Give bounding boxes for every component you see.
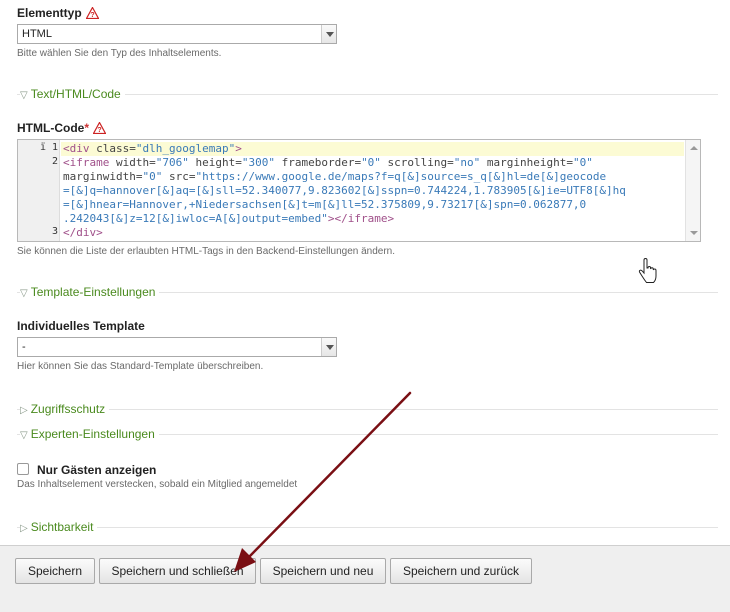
warning-icon: ? bbox=[93, 122, 106, 134]
line-number: 3 bbox=[51, 226, 58, 237]
template-select[interactable]: - bbox=[17, 337, 337, 357]
code-line: </div> bbox=[63, 226, 103, 239]
template-label: Individuelles Template bbox=[17, 319, 145, 333]
chevron-down-icon[interactable] bbox=[321, 338, 336, 356]
section-expert-settings[interactable]: ▽ Experten-Einstellungen bbox=[20, 427, 159, 441]
template-value: - bbox=[22, 341, 26, 353]
element-type-label: Elementtyp? bbox=[17, 6, 99, 20]
required-marker: * bbox=[84, 121, 89, 135]
html-code-editor[interactable]: ï 1 2 3 <div class="dlh_googlemap"> <ifr… bbox=[17, 139, 701, 242]
svg-text:?: ? bbox=[90, 12, 94, 19]
guests-only-help: Das Inhaltselement verstecken, sobald ei… bbox=[17, 479, 298, 490]
section-visibility[interactable]: ▷ Sichtbarkeit bbox=[20, 520, 98, 534]
triangle-down-icon: ▽ bbox=[20, 288, 28, 299]
section-template-settings[interactable]: ▽ Template-Einstellungen bbox=[20, 285, 160, 299]
triangle-right-icon: ▷ bbox=[20, 405, 28, 416]
save-button[interactable]: Speichern bbox=[15, 558, 95, 584]
template-help: Hier können Sie das Standard-Template üb… bbox=[17, 361, 264, 372]
editor-scrollbar[interactable] bbox=[685, 140, 700, 241]
hand-cursor-icon bbox=[638, 258, 657, 283]
guests-only-checkbox[interactable] bbox=[17, 463, 29, 475]
section-text-html-code[interactable]: ▽ Text/HTML/Code bbox=[20, 87, 125, 101]
line-number: ï 1 bbox=[39, 142, 58, 153]
code-line: .242043[&]z=12[&]iwloc=A[&]output=embed"… bbox=[63, 212, 395, 225]
code-line: =[&]q=hannover[&]aq=[&]sll=52.340077,9.8… bbox=[63, 184, 626, 197]
divider bbox=[17, 527, 718, 528]
save-new-button[interactable]: Speichern und neu bbox=[260, 558, 386, 584]
triangle-down-icon: ▽ bbox=[20, 90, 28, 101]
divider bbox=[17, 409, 718, 410]
scroll-up-icon[interactable] bbox=[690, 146, 698, 150]
scroll-down-icon[interactable] bbox=[690, 231, 698, 235]
element-type-value: HTML bbox=[22, 28, 52, 40]
element-type-help: Bitte wählen Sie den Typ des Inhaltselem… bbox=[17, 48, 222, 59]
code-line: =[&]hnear=Hannover,+Niedersachsen[&]t=m[… bbox=[63, 198, 587, 211]
save-back-button[interactable]: Speichern und zurück bbox=[390, 558, 532, 584]
save-close-button[interactable]: Speichern und schließen bbox=[99, 558, 256, 584]
svg-text:?: ? bbox=[97, 127, 101, 134]
element-type-select[interactable]: HTML bbox=[17, 24, 337, 44]
html-code-label: HTML-Code*? bbox=[17, 121, 106, 135]
guests-only-label[interactable]: Nur Gästen anzeigen bbox=[37, 463, 156, 477]
code-line: marginwidth="0" src="https://www.google.… bbox=[63, 170, 607, 183]
code-line: <div class="dlh_googlemap"> bbox=[63, 142, 242, 155]
triangle-down-icon: ▽ bbox=[20, 430, 28, 441]
section-access-protection[interactable]: ▷ Zugriffsschutz bbox=[20, 402, 110, 416]
line-number: 2 bbox=[51, 156, 58, 167]
warning-icon: ? bbox=[85, 7, 99, 19]
chevron-down-icon[interactable] bbox=[321, 25, 336, 43]
line-number-gutter: ï 1 2 3 bbox=[18, 140, 60, 241]
html-code-help: Sie können die Liste der erlaubten HTML-… bbox=[17, 246, 396, 257]
code-line: <iframe width="706" height="300" framebo… bbox=[63, 156, 593, 169]
triangle-right-icon: ▷ bbox=[20, 523, 28, 534]
